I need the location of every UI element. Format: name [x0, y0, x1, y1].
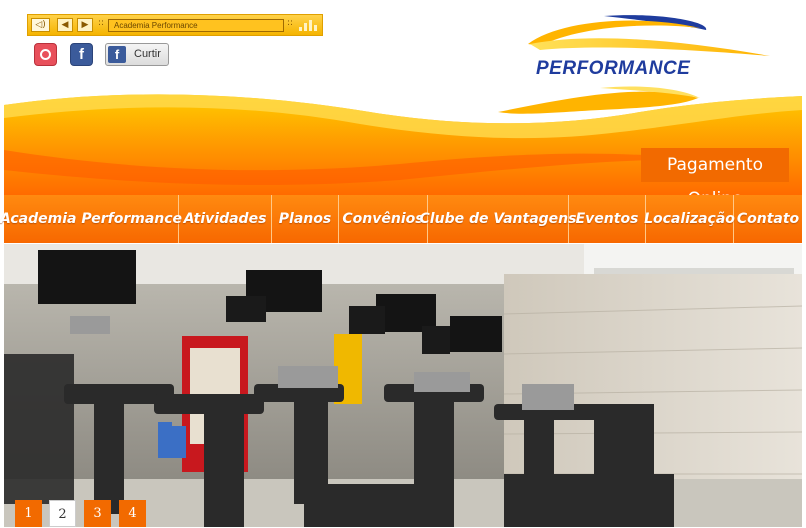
gym-photo-slider[interactable]	[4, 244, 802, 527]
instagram-icon[interactable]	[34, 43, 57, 66]
nav-convenios[interactable]: Convênios	[339, 195, 428, 243]
player-separator: ::	[98, 18, 105, 28]
facebook-like-button[interactable]: f Curtir	[105, 43, 169, 66]
like-label: Curtir	[134, 48, 161, 60]
track-title: Academia Performance	[108, 19, 284, 32]
speaker-icon[interactable]: ◁)	[31, 18, 50, 32]
performance-logo[interactable]: PERFORMANCE	[536, 58, 690, 80]
main-navigation: Academia Performance Atividades Planos C…	[0, 195, 802, 243]
equalizer-bars-icon[interactable]	[299, 20, 317, 31]
player-separator-right: ::	[287, 18, 294, 28]
slider-page-2[interactable]: 2	[49, 500, 76, 527]
facebook-icon[interactable]: f	[70, 43, 93, 66]
previous-track-button[interactable]: ◀	[57, 18, 73, 32]
gym-photo	[4, 244, 802, 527]
nav-planos[interactable]: Planos	[272, 195, 339, 243]
audio-player: ◁) ◀ ▶ :: Academia Performance ::	[27, 14, 323, 36]
slider-page-4[interactable]: 4	[119, 500, 146, 527]
payment-online-button[interactable]: Pagamento Online	[641, 148, 789, 209]
next-track-button[interactable]: ▶	[77, 18, 93, 32]
nav-academia-performance[interactable]: Academia Performance	[0, 195, 182, 243]
slider-page-1[interactable]: 1	[15, 500, 42, 527]
facebook-like-icon: f	[108, 46, 126, 63]
nav-eventos[interactable]: Eventos	[569, 195, 646, 243]
nav-clube-de-vantagens[interactable]: Clube de Vantagens	[420, 195, 576, 243]
slider-page-3[interactable]: 3	[84, 500, 111, 527]
nav-localizacao[interactable]: Localização	[644, 195, 735, 243]
nav-contato[interactable]: Contato	[734, 195, 802, 243]
nav-atividades[interactable]: Atividades	[179, 195, 272, 243]
